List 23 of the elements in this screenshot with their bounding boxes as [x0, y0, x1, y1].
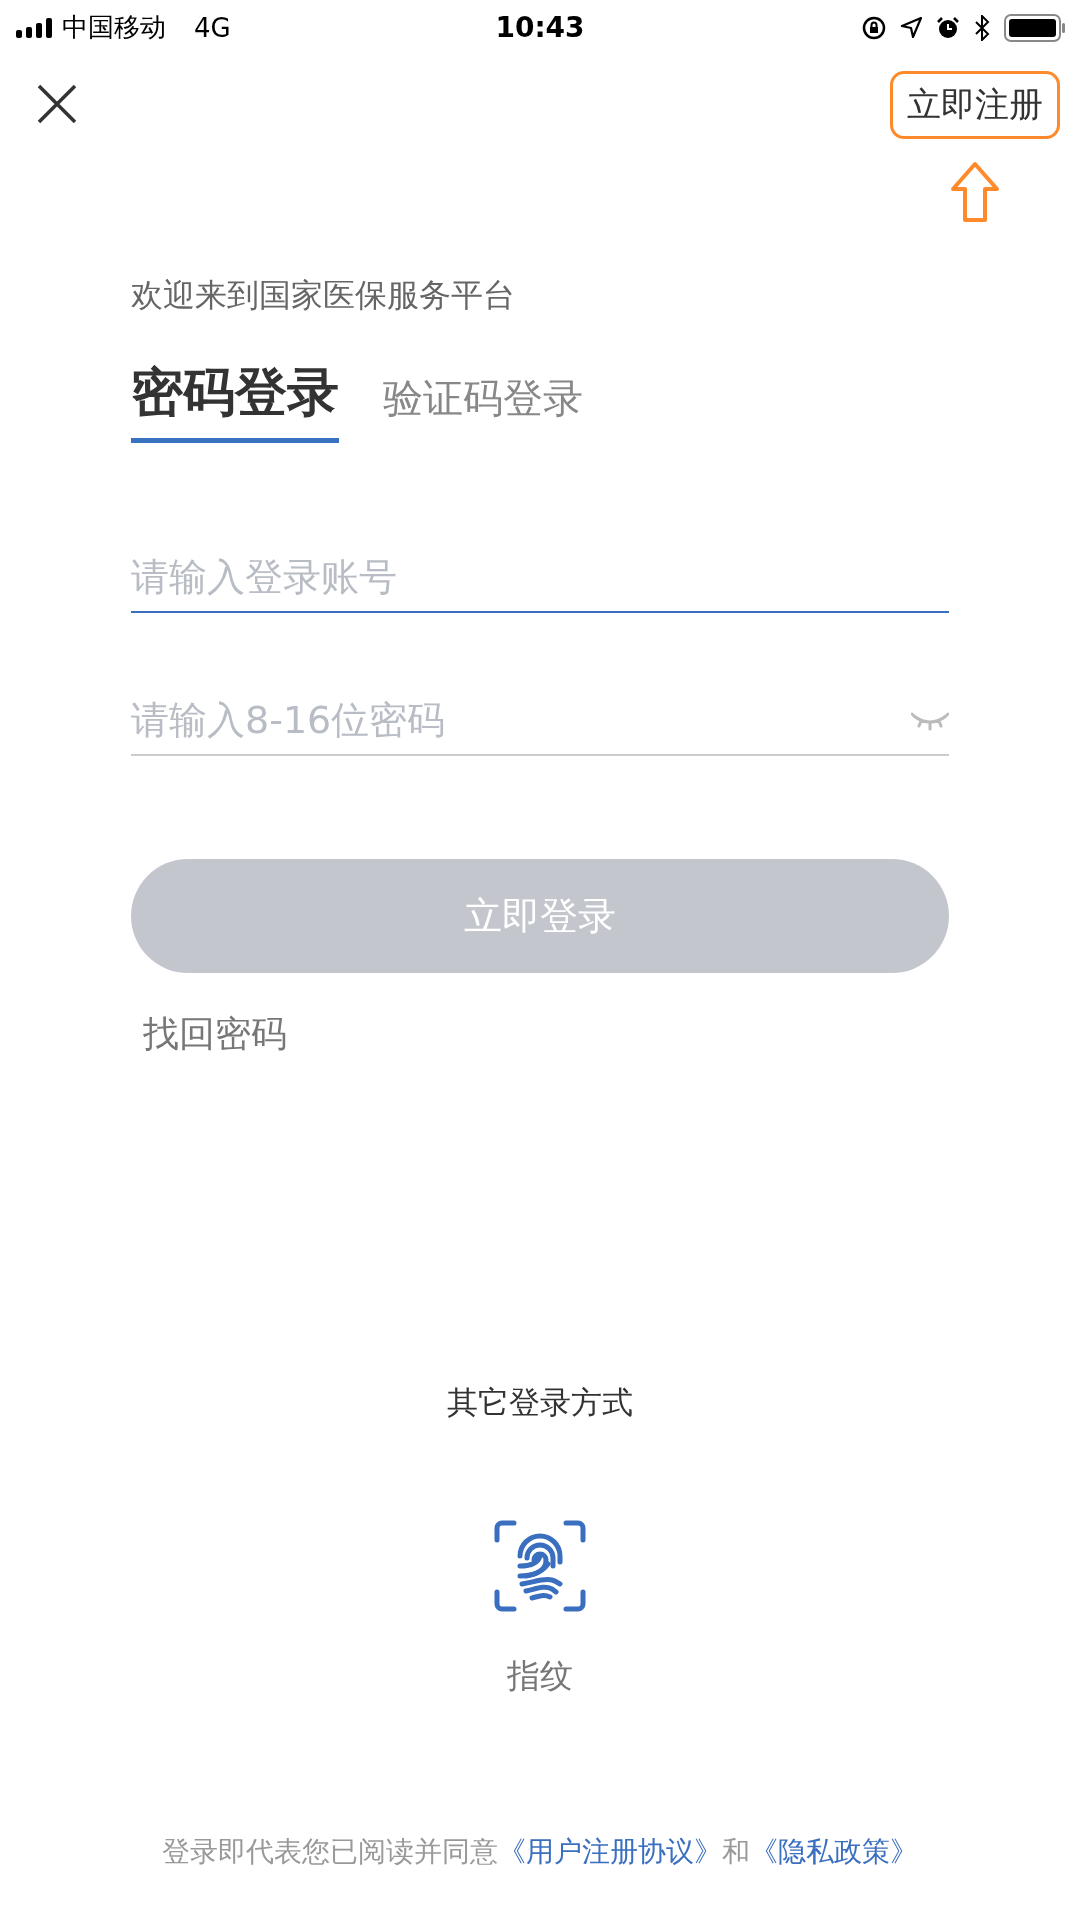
welcome-text: 欢迎来到国家医保服务平台 — [131, 275, 516, 315]
account-field[interactable]: 请输入登录账号 — [131, 543, 949, 613]
agreement-text: 登录即代表您已阅读并同意《用户注册协议》和《隐私政策》 — [162, 1834, 918, 1870]
carrier-name: 中国移动 — [62, 11, 166, 44]
network-type: 4G — [194, 12, 231, 43]
login-tab[interactable]: 密码登录 — [131, 360, 339, 443]
battery-icon — [1004, 13, 1066, 42]
privacy-policy-link[interactable]: 《隐私政策》 — [750, 1835, 918, 1868]
fingerprint-icon — [494, 1520, 586, 1612]
login-tab[interactable]: 验证码登录 — [383, 360, 583, 449]
clock: 10:43 — [495, 11, 585, 44]
password-field[interactable]: 请输入8-16位密码 — [131, 686, 949, 756]
up-arrow-icon — [949, 161, 1001, 223]
register-button[interactable]: 立即注册 — [890, 71, 1060, 139]
fingerprint-label[interactable]: 指纹 — [507, 1654, 573, 1698]
signal-icon — [16, 17, 54, 38]
forgot-password-link[interactable]: 找回密码 — [143, 1009, 287, 1059]
user-agreement-link[interactable]: 《用户注册协议》 — [498, 1835, 722, 1868]
alarm-icon — [936, 15, 960, 40]
bluetooth-icon — [974, 14, 990, 41]
location-icon — [900, 16, 922, 39]
other-login-title: 其它登录方式 — [447, 1383, 633, 1422]
rotation-lock-icon — [862, 15, 886, 40]
